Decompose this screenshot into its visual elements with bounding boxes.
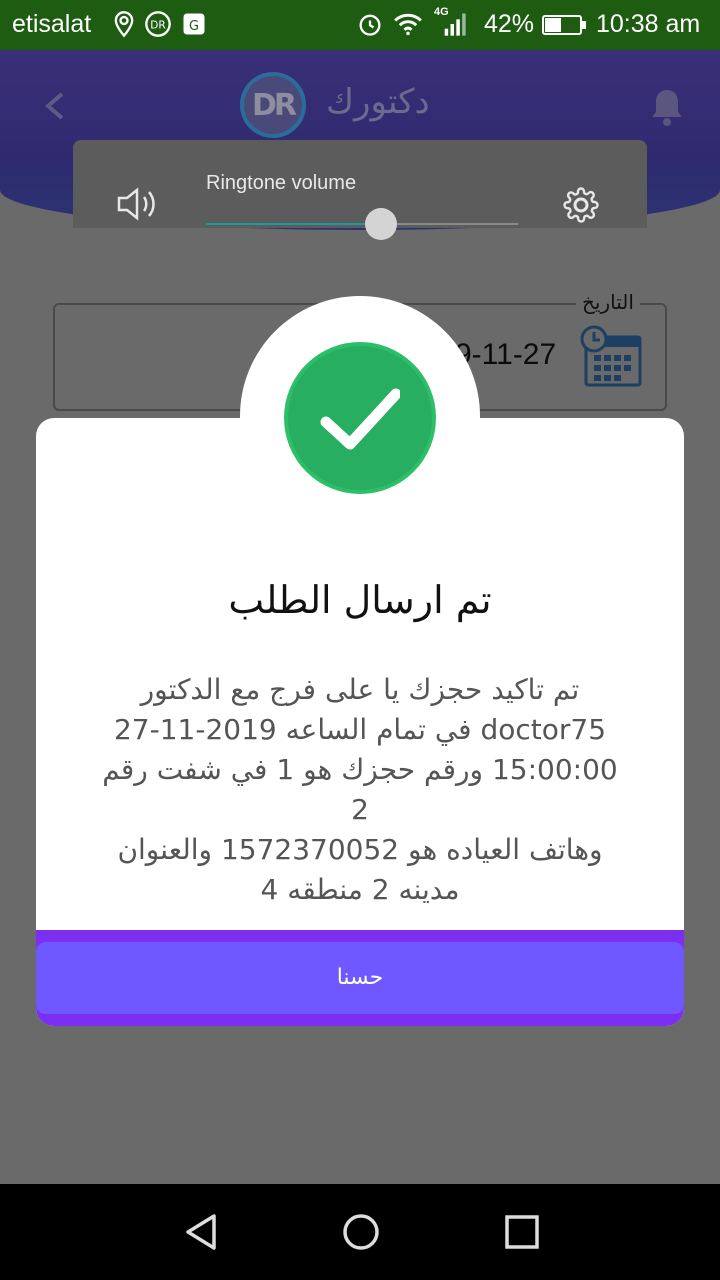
battery-percent: 42%	[484, 10, 535, 38]
volume-slider[interactable]	[206, 208, 518, 240]
notification-bell-icon[interactable]	[648, 86, 686, 128]
doctor-app-icon: DR	[145, 11, 171, 37]
success-dialog: تم ارسال الطلب تم تاكيد حجزك يا على فرج …	[36, 418, 684, 1026]
calendar-icon[interactable]	[580, 325, 644, 389]
message-line: مدينه 2 منطقه 4	[260, 873, 460, 906]
message-line: doctor75 في تمام الساعه 2019-11-27	[113, 713, 607, 746]
ringtone-volume-label: Ringtone volume	[206, 172, 357, 194]
back-arrow-icon[interactable]	[40, 88, 70, 124]
alarm-icon	[359, 14, 381, 36]
dialog-title: تم ارسال الطلب	[228, 578, 492, 622]
location-pin-icon	[114, 11, 134, 38]
dialog-message: تم تاكيد حجزك يا على فرج مع الدكتور doct…	[90, 670, 630, 910]
speaker-icon[interactable]	[117, 186, 161, 222]
navigation-bar	[0, 1184, 720, 1280]
maps-icon: G	[183, 13, 205, 35]
success-check-badge	[284, 342, 436, 494]
gear-icon[interactable]	[563, 187, 599, 223]
home-circle-icon[interactable]	[341, 1212, 381, 1252]
volume-slider-thumb[interactable]	[364, 208, 397, 240]
battery-icon	[542, 15, 586, 35]
svg-text:DR: DR	[150, 20, 165, 32]
back-triangle-icon[interactable]	[182, 1212, 222, 1252]
message-line: 15:00:00 ورقم حجزك هو 1 في شفت رقم 2	[102, 753, 618, 826]
date-field-label: التاريخ	[576, 290, 640, 314]
ok-button[interactable]: حسنا	[36, 942, 684, 1014]
volume-panel: Ringtone volume	[73, 140, 647, 240]
app-logo: DR	[240, 72, 306, 138]
recents-square-icon[interactable]	[502, 1212, 542, 1252]
wifi-icon	[394, 13, 422, 36]
volume-slider-fill	[206, 223, 381, 225]
message-line: تم تاكيد حجزك يا على فرج مع الدكتور	[140, 673, 580, 706]
svg-text:G: G	[189, 19, 199, 34]
message-line: وهاتف العياده هو 1572370052 والعنوان	[117, 833, 603, 866]
clock: 10:38 am	[596, 10, 701, 38]
checkmark-icon	[320, 388, 400, 450]
app-title: دكتورك	[326, 82, 430, 122]
date-field-value: 9-11-27	[455, 338, 557, 371]
status-bar: etisalat DR G 4G 42% 10:38 am	[0, 0, 720, 50]
carrier-name: etisalat	[12, 10, 92, 38]
signal-icon	[444, 13, 466, 36]
dialog-footer: حسنا	[36, 930, 684, 1026]
logo-text: DR	[251, 88, 297, 123]
